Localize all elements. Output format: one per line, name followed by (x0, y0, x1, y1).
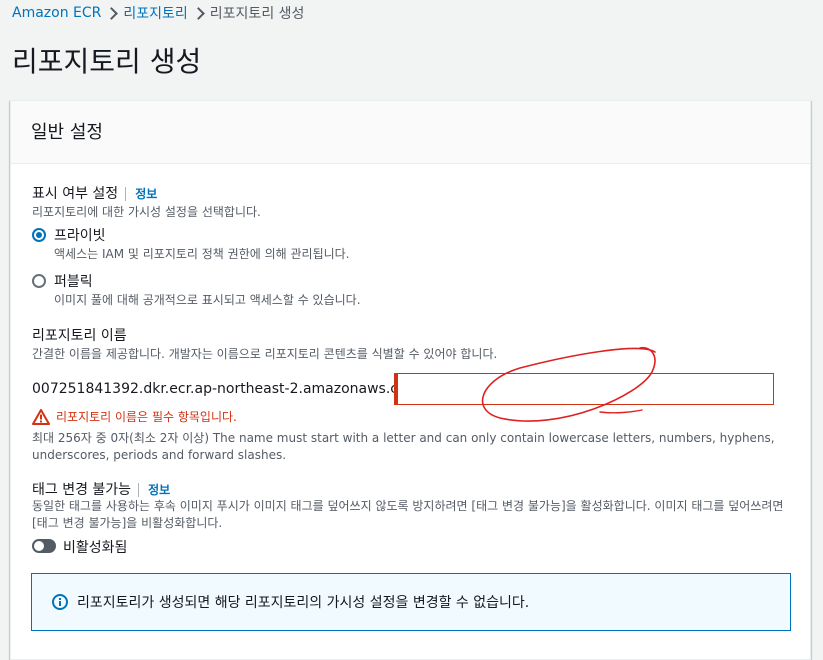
panel-title: 일반 설정 (31, 122, 103, 143)
repo-name-constraint: 최대 256자 중 0자(최소 2자 이상) The name must sta… (32, 431, 775, 462)
breadcrumb-current: 리포지토리 생성 (209, 6, 305, 22)
repo-name-error-text: 리포지토리 이름은 필수 항목입니다. (56, 410, 237, 424)
tag-immutability-label-row: 태그 변경 불가능 정보 (32, 479, 171, 499)
tag-immutability-label: 태그 변경 불가능 (32, 482, 132, 498)
public-radio[interactable] (32, 274, 46, 288)
visibility-label: 표시 여부 설정 (32, 186, 119, 202)
tag-immutability-toggle-label: 비활성화됨 (63, 540, 128, 556)
public-description: 이미지 풀에 대해 공개적으로 표시되고 액세스할 수 있습니다. (54, 293, 361, 307)
repo-name-label: 리포지토리 이름 (32, 328, 127, 344)
breadcrumb-amazon-ecr[interactable]: Amazon ECR (12, 5, 101, 21)
chevron-right-icon (101, 5, 123, 21)
public-label: 퍼블릭 (54, 274, 93, 290)
registry-uri-prefix: 007251841392.dkr.ecr.ap-northeast-2.amaz… (32, 381, 425, 397)
visibility-description: 리포지토리에 대한 가시성 설정을 선택합니다. (32, 205, 261, 219)
repo-name-error: 리포지토리 이름은 필수 항목입니다. (32, 408, 237, 425)
general-settings-panel: 일반 설정 표시 여부 설정 정보 리포지토리에 대한 가시성 설정을 선택합니다… (10, 100, 811, 660)
tag-immutability-description: 동일한 태그를 사용하는 후속 이미지 푸시가 이미지 태그를 덮어쓰지 않도록… (32, 499, 784, 530)
visibility-info-link[interactable]: 정보 (125, 187, 158, 201)
repo-name-input[interactable] (394, 373, 774, 405)
page-title: 리포지토리 생성 (12, 45, 202, 78)
warning-icon (32, 408, 50, 425)
visibility-info-alert: 리포지토리가 생성되면 해당 리포지토리의 가시성 설정을 변경할 수 없습니다… (31, 573, 791, 631)
visibility-label-row: 표시 여부 설정 정보 (32, 183, 158, 203)
breadcrumb: Amazon ECR 리포지토리 리포지토리 생성 (12, 3, 304, 23)
repo-name-description: 간결한 이름을 제공합니다. 개발자는 이름으로 리포지토리 콘텐츠를 식별할 … (32, 347, 498, 361)
chevron-right-icon (188, 5, 210, 21)
info-circle-icon (52, 594, 68, 610)
private-description: 액세스는 IAM 및 리포지토리 정책 권한에 의해 관리됩니다. (54, 247, 350, 261)
tag-immutability-toggle[interactable] (32, 539, 56, 553)
breadcrumb-repositories[interactable]: 리포지토리 (123, 3, 187, 23)
tag-immutability-info-link[interactable]: 정보 (138, 483, 171, 497)
panel-header: 일반 설정 (11, 101, 810, 164)
alert-text: 리포지토리가 생성되면 해당 리포지토리의 가시성 설정을 변경할 수 없습니다… (77, 595, 530, 611)
private-radio[interactable] (32, 228, 46, 242)
private-label: 프라이빗 (54, 228, 106, 244)
